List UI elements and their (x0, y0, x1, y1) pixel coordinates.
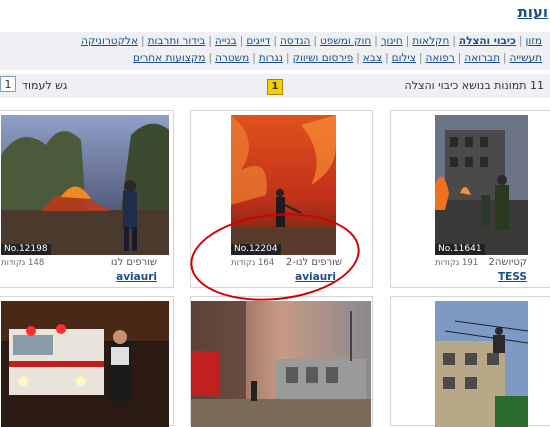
category-firefighting[interactable]: כיבוי והצלה (459, 35, 516, 47)
category-carpentry[interactable]: נגרות (259, 52, 283, 64)
photo-card[interactable] (190, 296, 373, 427)
category-food[interactable]: מזון (526, 35, 543, 47)
image-count: 11 תמונות בנושא כיבוי והצלה (404, 79, 544, 92)
building-rescue-image (435, 301, 528, 427)
photo-card[interactable] (390, 296, 550, 427)
goto-page-label: גש לעמוד (22, 79, 68, 92)
forest-fire-image (1, 115, 169, 255)
photo-thumbnail[interactable] (191, 301, 371, 427)
goto-page-input[interactable]: 1 (0, 76, 16, 92)
building-smoke-image (191, 301, 371, 427)
category-police[interactable]: משטרה (215, 52, 249, 64)
category-education[interactable]: חינוך (381, 35, 403, 47)
card-points: 191 נקודות (435, 258, 479, 268)
photo-number-badge: No.11641 (435, 244, 485, 255)
category-law[interactable]: חוק ומשפט (320, 35, 371, 47)
photo-card[interactable]: No.11641 קטיושה2 191 נקודות TESS (390, 110, 550, 288)
category-advertising[interactable]: פירסום ושיווק (293, 52, 354, 64)
photo-thumbnail[interactable] (435, 301, 528, 427)
card-username[interactable]: TESS (498, 271, 527, 283)
category-agriculture[interactable]: חקלאות (412, 35, 449, 47)
card-title: שורפים לנו (110, 257, 157, 268)
current-page[interactable]: 1 (267, 79, 283, 95)
card-points: 148 נקודות (1, 258, 45, 268)
category-engineering[interactable]: הנדסה (280, 35, 310, 47)
category-industry[interactable]: תעשייה (510, 52, 542, 64)
category-medicine[interactable]: רפואה (426, 52, 455, 64)
category-army[interactable]: צבא (363, 52, 382, 64)
photo-number-badge: No.12198 (1, 244, 51, 255)
category-row-2: מקצועות אחרים | משטרה | נגרות | פירסום ושיו… (133, 52, 542, 64)
pager-bar: 11 תמונות בנושא כיבוי והצלה 1 גש לעמוד 1 (0, 74, 550, 98)
category-entertainment[interactable]: בידור ותרבות (148, 35, 206, 47)
photo-card[interactable] (0, 296, 174, 427)
category-construction[interactable]: בנייה (215, 35, 237, 47)
category-sanitation[interactable]: תברואה (464, 52, 500, 64)
photo-thumbnail[interactable] (1, 301, 169, 427)
page-title[interactable]: ועות (517, 3, 548, 21)
category-nav: אלקטרוניקה | בידור ותרבות | בנייה | דייגים |… (0, 32, 550, 70)
ambulance-image (1, 301, 169, 427)
card-title: קטיושה2 (488, 257, 527, 268)
photo-thumbnail[interactable]: No.11641 (435, 115, 528, 255)
card-username[interactable]: aviauri (116, 271, 157, 283)
category-electronics[interactable]: אלקטרוניקה (81, 35, 138, 47)
category-fishermen[interactable]: דייגים (246, 35, 270, 47)
street-fire-image (435, 115, 528, 255)
category-row-1: אלקטרוניקה | בידור ותרבות | בנייה | דייגים |… (81, 35, 542, 47)
photo-thumbnail[interactable]: No.12198 (1, 115, 169, 255)
category-other-professions[interactable]: מקצועות אחרים (133, 52, 205, 64)
photo-card[interactable]: No.12198 שורפים לנו 148 נקודות aviauri (0, 110, 174, 288)
category-photography[interactable]: צילום (392, 52, 416, 64)
